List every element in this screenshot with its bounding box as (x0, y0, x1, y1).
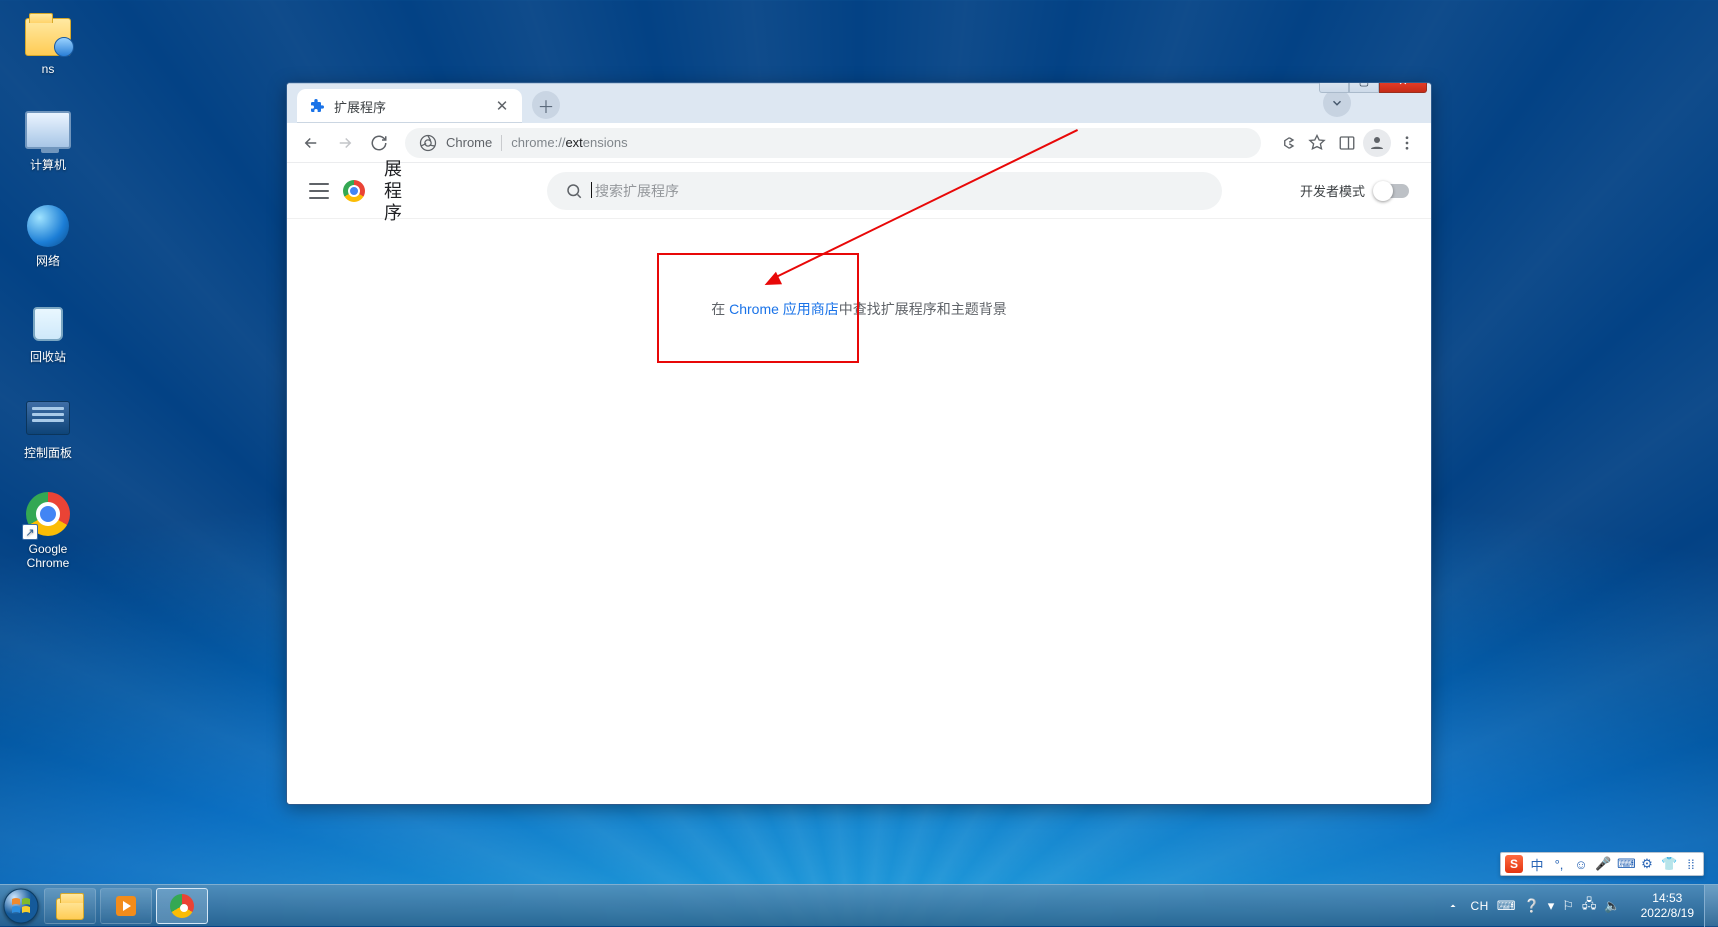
folder-icon (25, 18, 71, 56)
address-bar[interactable]: Chrome chrome://extensions (405, 128, 1261, 158)
forward-button[interactable] (331, 129, 359, 157)
control-panel-icon (26, 401, 70, 435)
maximize-button[interactable]: ▢ (1349, 82, 1379, 93)
ime-skin-button[interactable]: 👕 (1661, 856, 1677, 872)
annotation-arrow-head (755, 272, 782, 295)
profile-button[interactable] (1363, 129, 1391, 157)
extensions-page: 展程序 搜索扩展程序 开发者模式 在 Chrome 应用商店中查找扩展程序和主题… (287, 163, 1431, 804)
start-button[interactable] (0, 885, 42, 927)
empty-state-message: 在 Chrome 应用商店中查找扩展程序和主题背景 (287, 299, 1431, 319)
ime-voice-button[interactable]: 🎤 (1595, 856, 1611, 872)
ime-toolbar[interactable]: S 中 °, ☺ 🎤 ⌨ ⚙ 👕 ⁞⁞ (1500, 852, 1704, 876)
search-extensions-input[interactable]: 搜索扩展程序 (547, 172, 1222, 210)
tray-volume-icon[interactable]: 🔈 (1604, 898, 1620, 914)
taskbar-chrome-button[interactable] (156, 888, 208, 924)
desktop-icon-label: 计算机 (8, 158, 88, 172)
close-window-button[interactable]: ✕ (1379, 82, 1427, 93)
tab-title: 扩展程序 (334, 97, 494, 116)
hamburger-menu-button[interactable] (309, 183, 329, 199)
desktop-icon-label: Google Chrome (8, 542, 88, 570)
browser-tab-extensions[interactable]: 扩展程序 ✕ (297, 89, 522, 123)
ime-settings-button[interactable]: ⚙ (1639, 856, 1655, 872)
tray-help-icon[interactable]: ❔ (1524, 898, 1540, 914)
tray-action-center-icon[interactable]: ⚐ (1562, 898, 1574, 914)
page-title: 展程序 (383, 158, 403, 224)
bookmark-button[interactable] (1303, 129, 1331, 157)
desktop-icon-label: 控制面板 (8, 446, 88, 460)
desktop-icon-label: 网络 (8, 254, 88, 268)
desktop-icon-label: 回收站 (8, 350, 88, 364)
chrome-window: 扩展程序 ✕ ＋ — ▢ ✕ Chrome chro (286, 82, 1432, 805)
system-tray: CH ⌨ ❔ ▾ ⚐ 🖧 🔈 14:53 2022/8/19 (1434, 885, 1718, 926)
ime-punct-button[interactable]: °, (1551, 857, 1567, 872)
share-button[interactable] (1273, 129, 1301, 157)
ime-grip-icon[interactable]: ⁞⁞ (1683, 857, 1699, 872)
search-tabs-button[interactable] (1323, 89, 1351, 117)
chrome-origin-icon (419, 134, 437, 152)
taskbar: CH ⌨ ❔ ▾ ⚐ 🖧 🔈 14:53 2022/8/19 (0, 884, 1718, 926)
ime-lang-button[interactable]: 中 (1529, 855, 1545, 874)
taskbar-media-player-button[interactable] (100, 888, 152, 924)
puzzle-piece-icon (309, 98, 325, 114)
chrome-icon (170, 894, 194, 918)
shortcut-arrow-icon: ↗ (22, 524, 38, 540)
tray-chevron-down-icon[interactable]: ▾ (1548, 898, 1555, 914)
tab-strip: 扩展程序 ✕ ＋ — ▢ ✕ (287, 83, 1431, 123)
search-placeholder: 搜索扩展程序 (595, 181, 679, 201)
globe-icon (27, 205, 69, 247)
desktop-icon-ns[interactable]: ns (8, 10, 88, 76)
kebab-menu-button[interactable] (1393, 129, 1421, 157)
minimize-button[interactable]: — (1319, 82, 1349, 93)
ime-keyboard-button[interactable]: ⌨ (1617, 856, 1633, 872)
computer-icon (25, 111, 71, 149)
recycle-bin-icon (28, 301, 68, 343)
tab-close-button[interactable]: ✕ (494, 98, 510, 114)
taskbar-explorer-button[interactable] (44, 888, 96, 924)
divider (501, 135, 502, 151)
side-panel-button[interactable] (1333, 129, 1361, 157)
reload-button[interactable] (365, 129, 393, 157)
ime-emoji-button[interactable]: ☺ (1573, 857, 1589, 872)
tray-keyboard-icon[interactable]: ⌨ (1497, 898, 1516, 914)
tray-language-indicator[interactable]: CH (1470, 899, 1488, 913)
desktop-icon-chrome[interactable]: ↗ Google Chrome (8, 490, 88, 570)
extensions-header: 展程序 搜索扩展程序 开发者模式 (287, 163, 1431, 219)
show-desktop-button[interactable] (1704, 885, 1718, 927)
folder-icon (56, 898, 84, 920)
desktop-icon-recycle-bin[interactable]: 回收站 (8, 298, 88, 364)
url-text: chrome://extensions (511, 135, 627, 150)
new-tab-button[interactable]: ＋ (532, 91, 560, 119)
clock-date: 2022/8/19 (1641, 906, 1694, 921)
desktop-icon-computer[interactable]: 计算机 (8, 106, 88, 172)
desktop-icon-network[interactable]: 网络 (8, 202, 88, 268)
chrome-logo-icon (343, 180, 365, 202)
developer-mode-toggle[interactable] (1375, 184, 1409, 198)
back-button[interactable] (297, 129, 325, 157)
desktop-icon-label: ns (8, 62, 88, 76)
chrome-web-store-link[interactable]: Chrome 应用商店 (729, 301, 839, 317)
annotation-overlay (287, 163, 1431, 804)
desktop-icon-control-panel[interactable]: 控制面板 (8, 394, 88, 460)
ime-logo-icon: S (1505, 855, 1523, 873)
text-caret (591, 182, 592, 198)
tray-network-icon[interactable]: 🖧 (1582, 895, 1597, 917)
clock-time: 14:53 (1641, 891, 1694, 906)
user-overlay-icon (54, 37, 74, 57)
url-chip: Chrome (446, 135, 492, 150)
developer-mode-control: 开发者模式 (1300, 181, 1409, 200)
tray-overflow-button[interactable] (1444, 897, 1462, 915)
developer-mode-label: 开发者模式 (1300, 181, 1365, 200)
tray-clock[interactable]: 14:53 2022/8/19 (1631, 891, 1704, 921)
browser-toolbar: Chrome chrome://extensions (287, 123, 1431, 163)
window-controls: — ▢ ✕ (1319, 82, 1427, 93)
